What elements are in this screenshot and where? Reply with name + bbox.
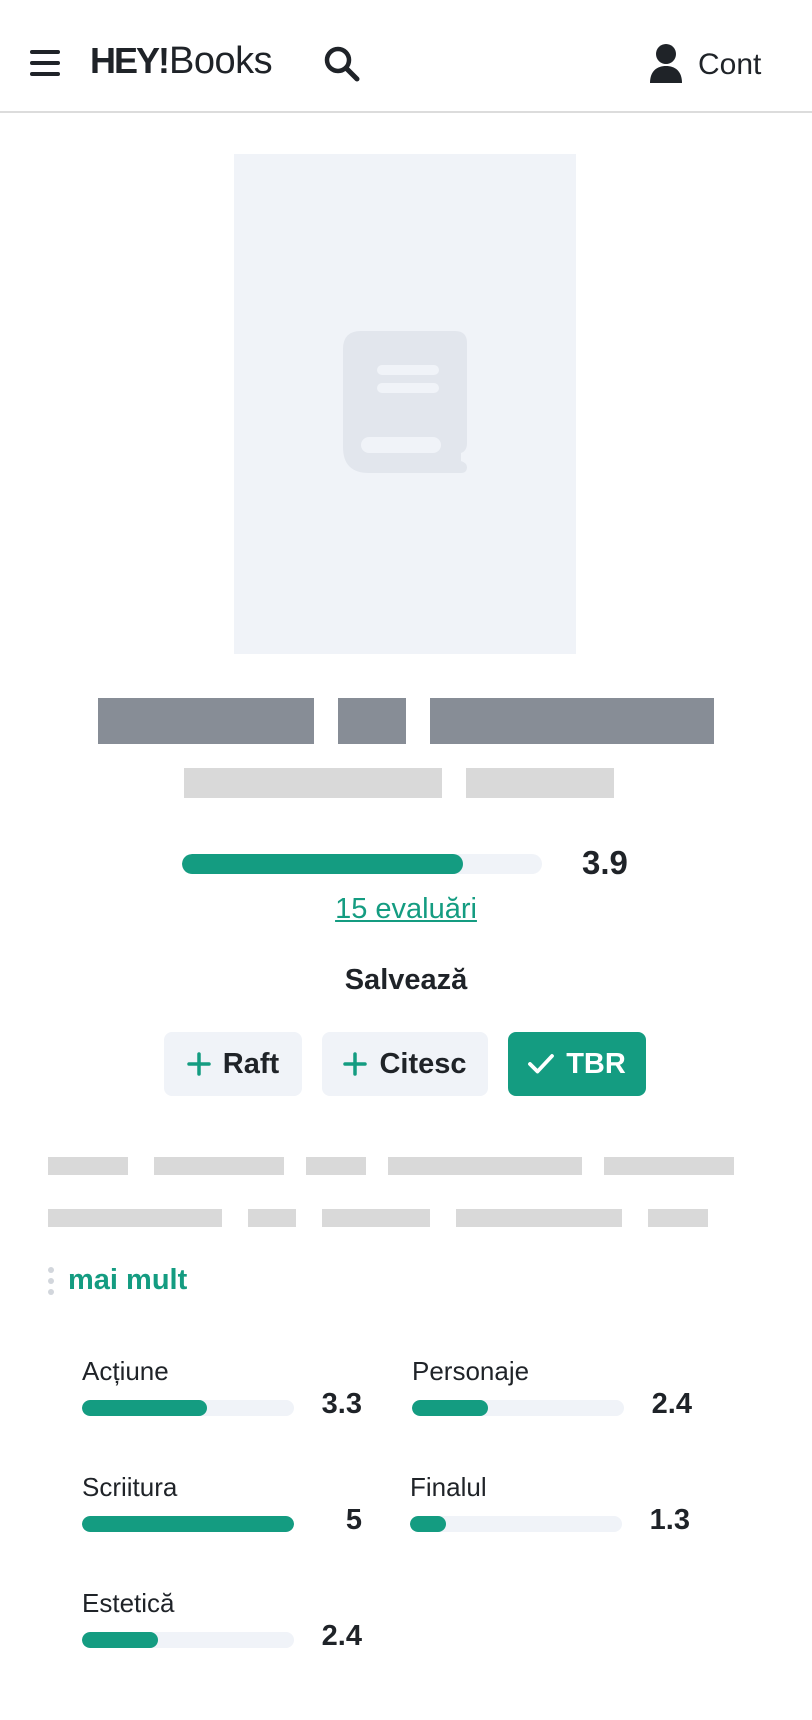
rating-bar bbox=[182, 854, 542, 874]
top-header: HEY! Books Cont bbox=[0, 0, 812, 113]
shelf-button-label: Citesc bbox=[379, 1047, 467, 1080]
plus-icon bbox=[343, 1052, 368, 1076]
menu-icon[interactable] bbox=[30, 48, 60, 80]
sub-rating-personaje: Personaje 2.4 bbox=[412, 1356, 712, 1446]
account-label: Cont bbox=[698, 48, 762, 81]
sub-rating-actiune: Acțiune 3.3 bbox=[82, 1356, 382, 1446]
logo[interactable]: HEY! Books bbox=[90, 40, 273, 90]
shelf-button-citesc[interactable]: Citesc bbox=[322, 1032, 488, 1096]
sub-rating-bar-fill bbox=[410, 1516, 447, 1532]
sub-rating-bar bbox=[82, 1400, 294, 1416]
description-skeleton bbox=[648, 1209, 708, 1227]
sub-rating-value: 1.3 bbox=[649, 1504, 690, 1536]
shelf-button-label: TBR bbox=[566, 1047, 626, 1080]
sub-rating-value: 3.3 bbox=[321, 1388, 362, 1420]
sub-rating-name: Estetică bbox=[82, 1588, 175, 1618]
rating-value: 3.9 bbox=[582, 844, 628, 881]
shelf-button-label: Raft bbox=[222, 1047, 280, 1080]
account-button[interactable]: Cont bbox=[648, 40, 761, 90]
save-label: Salvează bbox=[344, 964, 468, 996]
title-skeleton bbox=[430, 698, 714, 744]
sub-rating-name: Scriitura bbox=[82, 1472, 178, 1502]
description-skeleton bbox=[388, 1157, 582, 1175]
description-skeleton bbox=[456, 1209, 622, 1227]
title-skeleton bbox=[98, 698, 314, 744]
sub-rating-bar-fill bbox=[82, 1632, 159, 1648]
sub-rating-bar-fill bbox=[82, 1516, 294, 1532]
description-skeleton bbox=[48, 1209, 222, 1227]
sub-rating-value: 2.4 bbox=[651, 1388, 692, 1420]
author-skeleton bbox=[466, 768, 614, 798]
sub-rating-value: 5 bbox=[345, 1504, 362, 1536]
plus-icon bbox=[187, 1052, 211, 1076]
book-icon bbox=[343, 330, 467, 478]
sub-rating-bar-fill bbox=[412, 1400, 489, 1416]
book-cover-placeholder bbox=[234, 154, 576, 654]
search-icon[interactable] bbox=[322, 44, 362, 84]
description-skeleton bbox=[306, 1157, 366, 1175]
ratings-count-text[interactable]: 15 evaluări bbox=[335, 893, 477, 925]
sub-rating-scriitura: Scriitura 5 bbox=[82, 1472, 382, 1562]
user-icon bbox=[648, 43, 684, 88]
description-skeleton bbox=[604, 1157, 734, 1175]
description-skeleton bbox=[248, 1209, 296, 1227]
sub-rating-bar-fill bbox=[82, 1400, 208, 1416]
sub-rating-name: Personaje bbox=[412, 1356, 530, 1386]
sub-rating-value: 2.4 bbox=[321, 1620, 362, 1652]
author-skeleton bbox=[184, 768, 442, 798]
sub-rating-estetica: Estetică 2.4 bbox=[82, 1588, 382, 1678]
sub-rating-bar bbox=[82, 1632, 294, 1648]
title-skeleton bbox=[338, 698, 406, 744]
more-dots-icon bbox=[48, 1266, 54, 1295]
ratings-count-link[interactable]: 15 evaluări bbox=[0, 893, 812, 926]
sub-rating-name: Acțiune bbox=[82, 1356, 169, 1386]
shelf-button-tbr[interactable]: TBR bbox=[508, 1032, 646, 1096]
sub-rating-finalul: Finalul 1.3 bbox=[410, 1472, 710, 1562]
sub-rating-bar bbox=[82, 1516, 294, 1532]
description-skeleton bbox=[154, 1157, 284, 1175]
check-icon bbox=[528, 1053, 555, 1075]
more-button[interactable]: mai mult bbox=[48, 1264, 187, 1297]
description-skeleton bbox=[322, 1209, 430, 1227]
logo-books: Books bbox=[169, 40, 273, 82]
sub-rating-bar bbox=[412, 1400, 624, 1416]
sub-rating-name: Finalul bbox=[410, 1472, 487, 1502]
logo-hey: HEY! bbox=[90, 40, 170, 81]
description-skeleton bbox=[48, 1157, 128, 1175]
rating-bar-fill bbox=[182, 854, 463, 874]
more-label: mai mult bbox=[68, 1264, 188, 1296]
shelf-button-raft[interactable]: Raft bbox=[164, 1032, 302, 1096]
sub-rating-bar bbox=[410, 1516, 622, 1532]
